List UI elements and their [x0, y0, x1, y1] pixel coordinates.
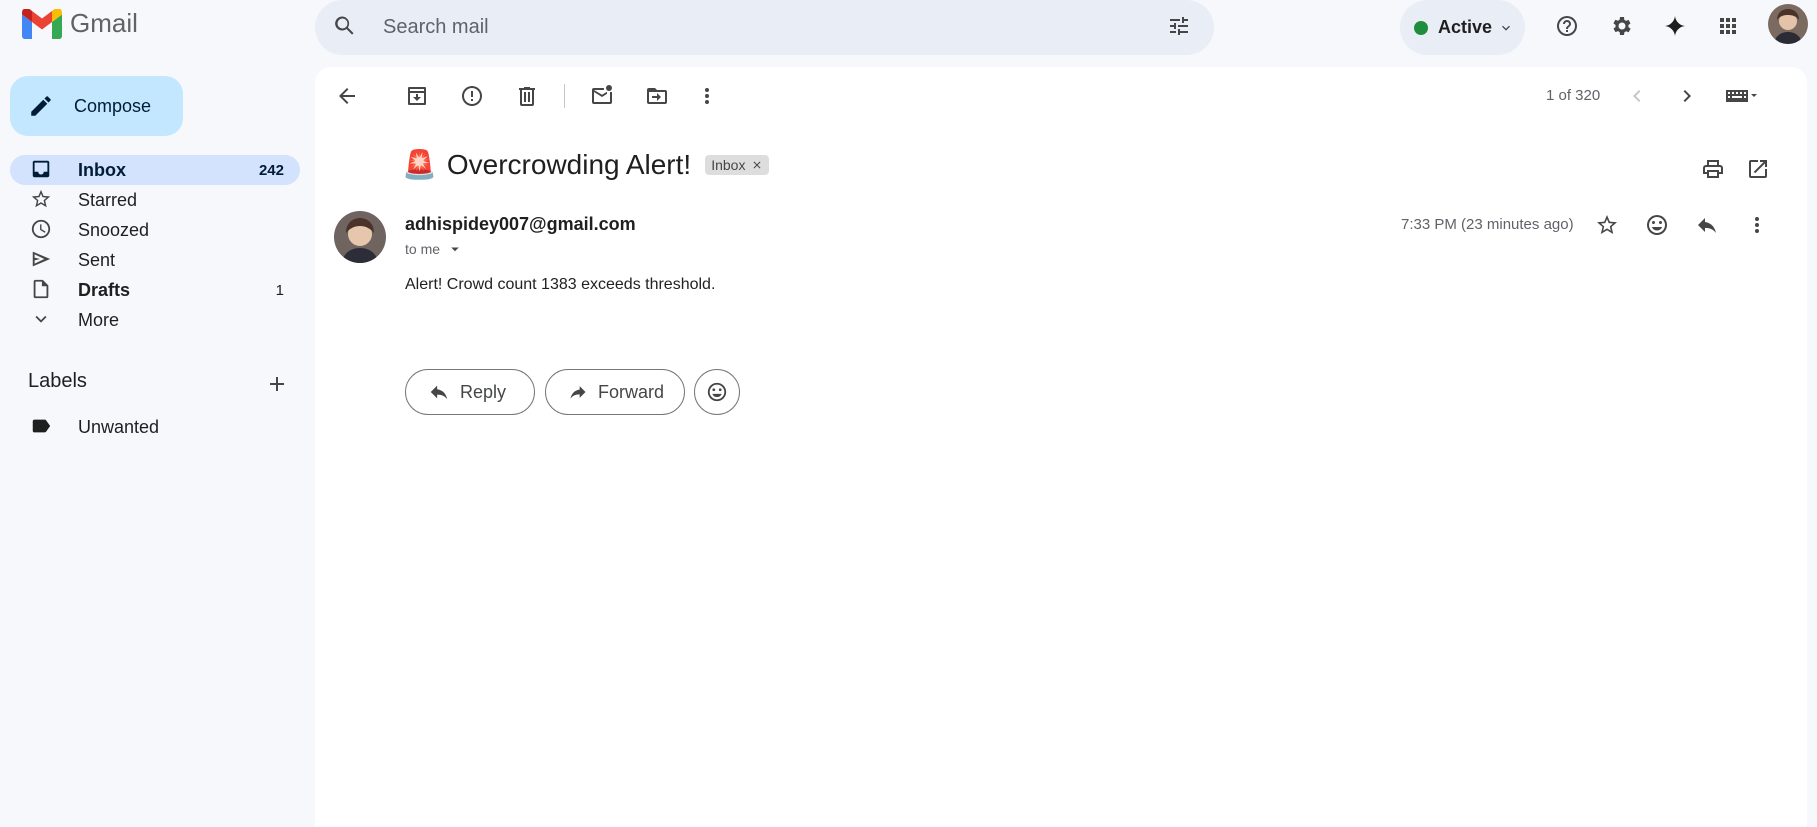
pager-count: 1 of 320	[1546, 87, 1601, 104]
older-chevron-left-icon[interactable]	[1617, 76, 1657, 116]
sender-email[interactable]: adhispidey007@gmail.com	[405, 214, 636, 235]
move-to-folder-icon[interactable]	[637, 76, 677, 116]
chevron-down-icon	[30, 308, 54, 332]
email-body: Alert! Crowd count 1383 exceeds threshol…	[405, 276, 716, 293]
help-icon[interactable]	[1547, 6, 1587, 46]
chevron-down-icon	[1502, 25, 1511, 31]
sidebar-item-count: 1	[275, 281, 284, 299]
subject-emoji: 🚨	[402, 149, 437, 180]
sidebar-item-label: Drafts	[78, 279, 131, 300]
sidebar-item-drafts[interactable]: Drafts 1	[10, 275, 300, 305]
gmail-m-icon	[22, 8, 62, 39]
recipient-details[interactable]: to me	[405, 240, 464, 258]
gemini-sparkle-icon[interactable]	[1655, 6, 1695, 46]
reply-button[interactable]: Reply	[405, 369, 535, 415]
add-reaction-emoji-icon[interactable]	[1637, 205, 1677, 245]
sidebar-item-label: Sent	[78, 249, 116, 270]
clock-icon	[30, 218, 54, 242]
star-icon	[30, 188, 54, 212]
star-icon[interactable]	[1587, 205, 1627, 245]
sidebar-item-label: Starred	[78, 189, 138, 210]
reply-icon	[430, 385, 448, 400]
search-input[interactable]	[383, 14, 1103, 40]
emoji-icon	[707, 382, 727, 402]
forward-label: Forward	[597, 381, 664, 402]
report-spam-icon[interactable]	[452, 76, 492, 116]
archive-icon[interactable]	[397, 76, 437, 116]
sidebar-item-starred[interactable]: Starred	[10, 185, 300, 215]
sidebar-item-label: Inbox	[78, 159, 126, 180]
gmail-logo[interactable]: Gmail	[22, 8, 138, 39]
sidebar-item-count: 242	[258, 161, 284, 179]
send-icon	[30, 248, 54, 272]
status-button[interactable]: Active	[1400, 0, 1525, 55]
search-icon[interactable]	[325, 6, 365, 46]
open-new-window-icon[interactable]	[1738, 149, 1778, 189]
reply-arrow-icon[interactable]	[1687, 205, 1727, 245]
caret-down-icon	[451, 247, 459, 252]
back-arrow-icon[interactable]	[327, 76, 367, 116]
settings-gear-icon[interactable]	[1602, 6, 1642, 46]
reply-label: Reply	[460, 381, 507, 402]
chip-label: Inbox	[711, 156, 746, 173]
add-label-icon[interactable]	[257, 364, 297, 404]
search-bar[interactable]	[315, 0, 1214, 55]
sidebar-item-label: Unwanted	[78, 416, 160, 437]
status-dot	[1414, 20, 1428, 35]
print-icon[interactable]	[1693, 149, 1733, 189]
apps-grid-icon[interactable]	[1708, 6, 1748, 46]
sidebar-item-snoozed[interactable]: Snoozed	[10, 215, 300, 245]
app-name: Gmail	[70, 8, 138, 38]
draft-icon	[30, 278, 54, 302]
message-pane	[315, 67, 1807, 827]
forward-icon	[570, 386, 586, 399]
sidebar-item-more[interactable]: More	[10, 305, 300, 335]
react-emoji-button[interactable]	[694, 369, 740, 415]
sender-avatar[interactable]	[334, 211, 386, 263]
delete-trash-icon[interactable]	[507, 76, 547, 116]
pencil-icon	[31, 96, 51, 116]
sidebar-item-sent[interactable]: Sent	[10, 245, 300, 275]
subject-row: 🚨 Overcrowding Alert! Inbox	[402, 148, 770, 181]
inbox-label-chip: Inbox	[705, 154, 770, 175]
more-vert-icon[interactable]	[687, 76, 727, 116]
toolbar-divider	[564, 84, 565, 108]
compose-label: Compose	[74, 95, 152, 116]
compose-button[interactable]: Compose	[10, 76, 183, 136]
search-options-icon[interactable]	[1159, 6, 1199, 46]
account-avatar[interactable]	[1768, 4, 1808, 44]
status-text: Active	[1438, 17, 1493, 37]
email-timestamp: 7:33 PM (23 minutes ago)	[1401, 216, 1574, 233]
labels-heading: Labels	[28, 370, 87, 392]
sidebar-item-inbox[interactable]: Inbox 242	[10, 155, 300, 185]
forward-button[interactable]: Forward	[545, 369, 685, 415]
sidebar-item-label: More	[78, 309, 120, 330]
sidebar-label-unwanted[interactable]: Unwanted	[10, 412, 300, 442]
message-more-vert-icon[interactable]	[1737, 205, 1777, 245]
remove-label-close-icon[interactable]	[751, 159, 763, 171]
recipient-label: to me	[405, 241, 441, 257]
mark-unread-icon[interactable]	[582, 76, 622, 116]
input-tools-keyboard-icon[interactable]	[1716, 76, 1766, 116]
inbox-icon	[30, 158, 54, 182]
newer-chevron-right-icon[interactable]	[1667, 76, 1707, 116]
label-icon	[30, 415, 54, 439]
sidebar-item-label: Snoozed	[78, 219, 150, 240]
email-subject: Overcrowding Alert!	[446, 148, 692, 180]
